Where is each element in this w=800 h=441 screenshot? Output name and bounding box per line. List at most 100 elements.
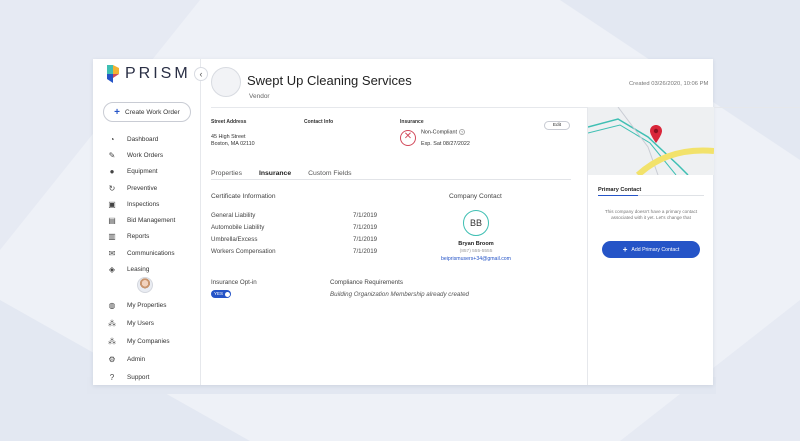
- create-work-order-button[interactable]: + Create Work Order: [103, 102, 191, 122]
- sidebar-item-label: Equipment: [127, 168, 158, 176]
- sidebar: PRISM + Create Work Order ◔ Dashboard ✎ …: [93, 59, 201, 385]
- table-row: Workers Compensation 7/1/2019: [211, 248, 381, 260]
- non-compliant-icon: ✕: [400, 130, 416, 146]
- leasing-icon: ◈: [108, 265, 116, 275]
- sidebar-item-label: Reports: [127, 233, 150, 241]
- prism-logo[interactable]: PRISM: [107, 65, 191, 83]
- reports-icon: ▥: [108, 232, 116, 242]
- gauge-icon: ◔: [109, 134, 115, 144]
- app-name: PRISM: [125, 65, 191, 82]
- cert-name: Umbrella/Excess: [211, 236, 258, 243]
- plus-icon: +: [114, 106, 121, 118]
- sidebar-item-label: Support: [127, 373, 150, 381]
- gear-icon: ⚙: [108, 354, 116, 364]
- chevron-left-icon: ‹: [199, 69, 203, 79]
- tab-bar: Properties Insurance Custom Fields: [211, 170, 369, 177]
- compliance-title: Compliance Requirements: [330, 279, 403, 286]
- insurance-expiration: Exp. Sat 08/27/2022: [421, 141, 470, 147]
- map-pin-icon: [650, 125, 662, 143]
- sidebar-nav: ◔ Dashboard ✎ Work Orders ● Equipment ↻ …: [107, 131, 197, 278]
- sidebar-collapse-button[interactable]: ‹: [194, 67, 208, 81]
- cert-name: Automobile Liability: [211, 224, 265, 231]
- tab-properties[interactable]: Properties: [211, 170, 242, 177]
- sidebar-item-inspections[interactable]: ▣ Inspections: [107, 196, 197, 212]
- add-primary-contact-label: Add Primary Contact: [631, 246, 680, 253]
- company-contact-title: Company Contact: [449, 193, 502, 200]
- insurance-label: Insurance: [400, 119, 424, 125]
- sidebar-item-bid-management[interactable]: ▤ Bid Management: [107, 212, 197, 228]
- companies-icon: ⁂: [108, 336, 116, 346]
- sidebar-bottom-nav: ◍ My Properties ⁂ My Users ⁂ My Companie…: [107, 296, 197, 386]
- cert-name: Workers Compensation: [211, 248, 276, 255]
- create-work-order-label: Create Work Order: [125, 108, 180, 116]
- contact-email-link[interactable]: beiprismusers+34@gmail.com: [429, 256, 523, 262]
- contact-name: Bryan Broom: [458, 241, 494, 247]
- users-icon: ⁂: [108, 318, 116, 328]
- sidebar-item-my-properties[interactable]: ◍ My Properties: [107, 296, 197, 314]
- globe-icon: ◍: [108, 300, 116, 310]
- insurance-status: Non-Compliant: [421, 129, 457, 136]
- user-avatar[interactable]: [137, 277, 153, 293]
- contact-phone: (857) 555-5555: [459, 249, 493, 254]
- table-row: Automobile Liability 7/1/2019: [211, 224, 381, 236]
- inspection-icon: ▣: [108, 199, 116, 209]
- sidebar-item-leasing[interactable]: ◈ Leasing: [107, 261, 197, 277]
- bid-icon: ▤: [108, 216, 116, 226]
- cert-name: General Liability: [211, 212, 256, 219]
- sidebar-item-admin[interactable]: ⚙ Admin: [107, 350, 197, 368]
- sidebar-item-dashboard[interactable]: ◔ Dashboard: [107, 131, 197, 147]
- location-map[interactable]: [588, 107, 714, 175]
- sidebar-item-my-companies[interactable]: ⁂ My Companies: [107, 332, 197, 350]
- sidebar-item-my-users[interactable]: ⁂ My Users: [107, 314, 197, 332]
- prism-logo-icon: [107, 65, 119, 83]
- tab-custom-fields[interactable]: Custom Fields: [308, 170, 351, 177]
- contact-info-label: Contact Info: [304, 119, 334, 125]
- primary-contact-title: Primary Contact: [598, 187, 642, 193]
- sidebar-item-work-orders[interactable]: ✎ Work Orders: [107, 147, 197, 163]
- sidebar-item-support[interactable]: ? Support: [107, 368, 197, 386]
- created-timestamp: Created 03/26/2020, 10:06 PM: [629, 81, 709, 87]
- company-name: Swept Up Cleaning Services: [247, 73, 412, 88]
- street-line-2: Boston, MA 02110: [211, 141, 255, 147]
- help-icon: ?: [109, 372, 115, 382]
- add-primary-contact-button[interactable]: + Add Primary Contact: [602, 241, 700, 258]
- sidebar-item-communications[interactable]: ✉ Communications: [107, 245, 197, 261]
- sidebar-item-label: My Companies: [127, 337, 170, 345]
- sidebar-item-label: Admin: [127, 355, 146, 363]
- communications-icon: ✉: [108, 248, 116, 258]
- plus-icon: +: [622, 245, 628, 254]
- equipment-icon: ●: [109, 167, 115, 177]
- insurance-status-line: Non-Compliant?: [421, 129, 465, 137]
- sidebar-item-preventive[interactable]: ↻ Preventive: [107, 180, 197, 196]
- cert-date: 7/1/2019: [353, 212, 378, 219]
- sidebar-item-label: My Properties: [127, 301, 167, 309]
- sidebar-item-label: Bid Management: [127, 217, 176, 225]
- sidebar-item-label: Dashboard: [127, 135, 159, 143]
- sidebar-item-label: Inspections: [127, 200, 160, 208]
- street-address-label: Street Address: [211, 119, 247, 125]
- primary-contact-message: This company doesn't have a primary cont…: [604, 209, 698, 221]
- company-type: Vendor: [249, 93, 270, 100]
- table-row: General Liability 7/1/2019: [211, 212, 381, 224]
- cert-date: 7/1/2019: [353, 248, 378, 255]
- insurance-optin-title: Insurance Opt-in: [211, 279, 257, 286]
- cert-date: 7/1/2019: [353, 224, 378, 231]
- sidebar-item-label: Communications: [127, 249, 175, 257]
- cert-date: 7/1/2019: [353, 236, 378, 243]
- edit-button[interactable]: Edit: [544, 121, 570, 130]
- right-panel: Primary Contact This company doesn't hav…: [587, 107, 714, 385]
- sidebar-item-reports[interactable]: ▥ Reports: [107, 229, 197, 245]
- certificate-title: Certificate Information: [211, 193, 276, 200]
- primary-contact-underline: [598, 194, 638, 196]
- tabs-divider: [211, 179, 571, 180]
- sidebar-item-label: Leasing: [127, 266, 150, 274]
- compliance-text: Building Organization Membership already…: [330, 291, 469, 298]
- preventive-icon: ↻: [108, 183, 116, 193]
- contact-avatar: BB: [463, 210, 489, 236]
- insurance-optin-toggle[interactable]: YES: [211, 290, 231, 298]
- toggle-knob: [224, 291, 230, 297]
- sidebar-item-label: Preventive: [127, 184, 158, 192]
- tab-insurance[interactable]: Insurance: [259, 170, 291, 177]
- sidebar-item-equipment[interactable]: ● Equipment: [107, 164, 197, 180]
- info-icon[interactable]: ?: [458, 129, 465, 135]
